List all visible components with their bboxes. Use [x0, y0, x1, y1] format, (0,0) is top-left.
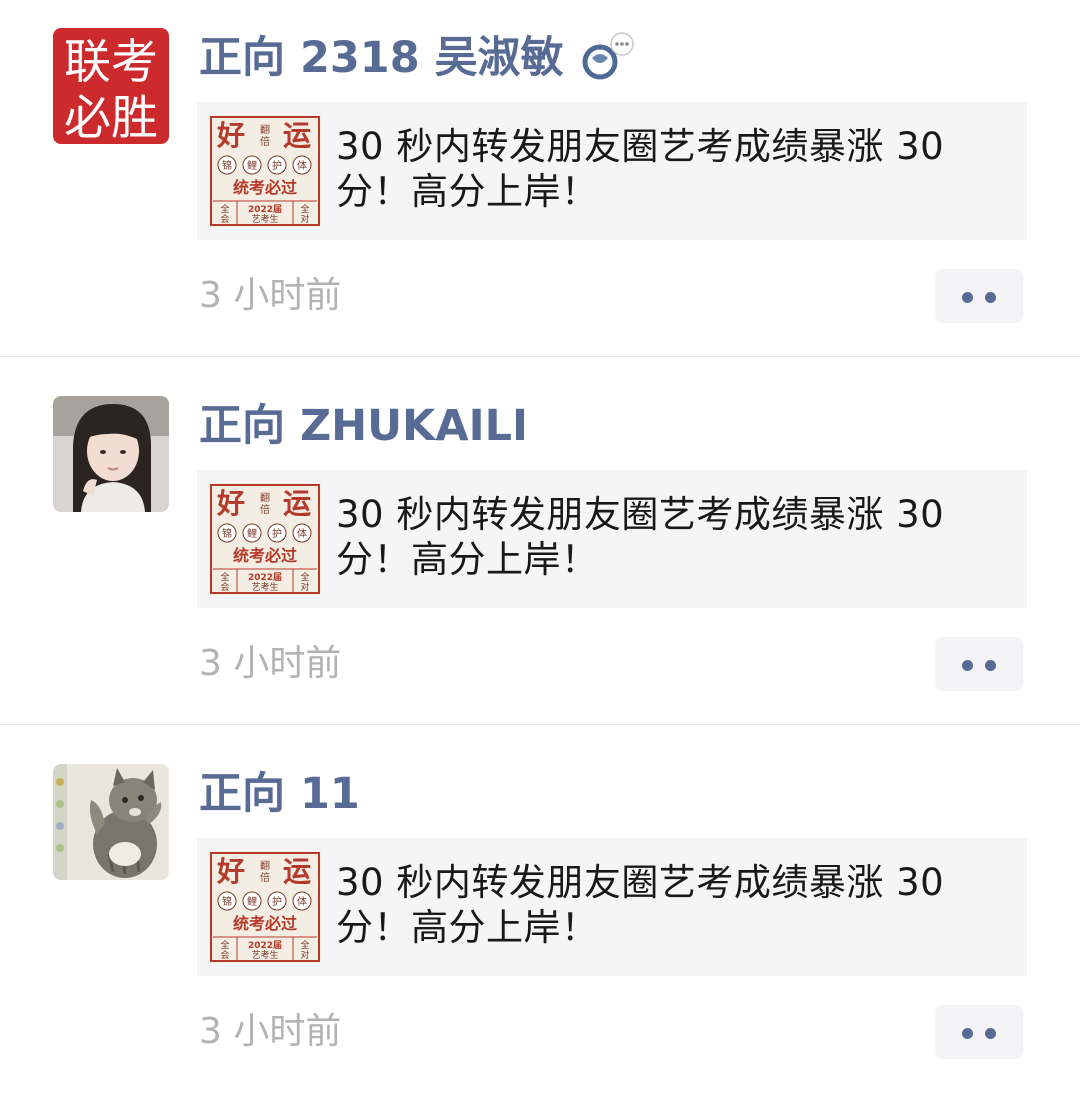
thumb-big1: 好 — [216, 855, 245, 888]
thumb-corner-right2: 对 — [300, 949, 309, 961]
more-actions-button[interactable] — [935, 1005, 1023, 1059]
shared-link-card[interactable]: 好 翻 倍 运 锦 鲤 护 体 统考必过 全 会 全 对 2022届 艺考生 3… — [197, 102, 1027, 240]
thumb-corner-left1: 全 — [220, 203, 229, 215]
dot-icon — [962, 1028, 973, 1039]
avatar-text-line1: 联考 — [64, 35, 158, 90]
post-divider — [0, 724, 1080, 725]
thumb-small2: 倍 — [260, 135, 270, 148]
thumb-badge3: 护 — [272, 527, 282, 540]
thumb-year: 2022届 — [248, 204, 282, 215]
thumb-small1: 翻 — [260, 492, 270, 504]
thumb-sub: 艺考生 — [251, 581, 278, 593]
thumb-badge4: 体 — [297, 160, 307, 172]
thumb-badge1: 锦 — [222, 527, 232, 540]
link-title: 30 秒内转发朋友圈艺考成绩暴涨 30 分！高分上岸！ — [336, 125, 945, 213]
dot-icon — [962, 660, 973, 671]
post-divider — [0, 356, 1080, 357]
username[interactable]: 正向 2318 吴淑敏 — [199, 27, 564, 89]
shared-link-card[interactable]: 好 翻 倍 运 锦 鲤 护 体 统考必过 全 会 全 对 2022届 艺考生 3… — [197, 838, 1027, 976]
thumb-small1: 翻 — [260, 860, 270, 872]
thumb-sub: 艺考生 — [251, 213, 278, 225]
dot-icon — [985, 1028, 996, 1039]
thumb-corner-left1: 全 — [220, 571, 229, 583]
thumb-badge3: 护 — [272, 159, 282, 172]
avatar[interactable]: 联考 必胜 — [53, 28, 169, 144]
more-actions-button[interactable] — [935, 269, 1023, 323]
thumb-corner-right2: 对 — [300, 581, 309, 593]
more-actions-button[interactable] — [935, 637, 1023, 691]
thumb-banner: 统考必过 — [233, 546, 297, 565]
thumb-badge2: 鲤 — [247, 159, 257, 172]
thumb-badge1: 锦 — [222, 895, 232, 908]
thumb-big2: 运 — [283, 855, 311, 888]
thumb-small2: 倍 — [260, 503, 270, 516]
thumb-badge4: 体 — [297, 896, 307, 908]
thumb-big1: 好 — [216, 119, 245, 152]
avatar[interactable] — [53, 396, 169, 512]
moment-post: 正向 11 好 翻 倍 运 锦 鲤 护 体 统考必过 全 会 全 对 2022届… — [0, 736, 1080, 1104]
thumb-big2: 运 — [283, 487, 311, 520]
lucky-charm-thumbnail: 好 翻 倍 运 锦 鲤 护 体 统考必过 全 会 全 对 2022届 艺考生 — [209, 483, 321, 595]
username-row: 正向 2318 吴淑敏 — [199, 27, 640, 89]
thumb-badge2: 鲤 — [247, 895, 257, 908]
dot-icon — [962, 292, 973, 303]
shared-link-card[interactable]: 好 翻 倍 运 锦 鲤 护 体 统考必过 全 会 全 对 2022届 艺考生 3… — [197, 470, 1027, 608]
thumb-year: 2022届 — [248, 940, 282, 951]
moment-post: 正向 ZHUKAILI 好 翻 倍 运 锦 鲤 护 体 统考必过 全 会 全 对… — [0, 368, 1080, 736]
thumb-big2: 运 — [283, 119, 311, 152]
dot-icon — [985, 292, 996, 303]
thumb-sub: 艺考生 — [251, 949, 278, 961]
thumb-small2: 倍 — [260, 871, 270, 884]
thumb-small1: 翻 — [260, 124, 270, 136]
thumb-badge2: 鲤 — [247, 527, 257, 540]
post-timestamp: 3 小时前 — [199, 643, 342, 684]
moment-post: 联考 必胜 正向 2318 吴淑敏 好 翻 倍 运 锦 鲤 护 体 统考必过 全… — [0, 0, 1080, 368]
thumb-corner-left2: 会 — [220, 949, 229, 961]
thumb-banner: 统考必过 — [233, 914, 297, 933]
thumb-corner-right2: 对 — [300, 213, 309, 225]
thumb-corner-right1: 全 — [300, 939, 309, 951]
thumb-year: 2022届 — [248, 572, 282, 583]
avatar[interactable] — [53, 764, 169, 880]
thumb-badge1: 锦 — [222, 159, 232, 172]
post-timestamp: 3 小时前 — [199, 275, 342, 316]
lucky-charm-thumbnail: 好 翻 倍 运 锦 鲤 护 体 统考必过 全 会 全 对 2022届 艺考生 — [209, 115, 321, 227]
dot-icon — [985, 660, 996, 671]
thumb-banner: 统考必过 — [233, 178, 297, 197]
status-bubble-icon — [578, 32, 640, 84]
thumb-big1: 好 — [216, 487, 245, 520]
thumb-badge3: 护 — [272, 895, 282, 908]
thumb-corner-right1: 全 — [300, 203, 309, 215]
lucky-charm-thumbnail: 好 翻 倍 运 锦 鲤 护 体 统考必过 全 会 全 对 2022届 艺考生 — [209, 851, 321, 963]
thumb-corner-left2: 会 — [220, 213, 229, 225]
username[interactable]: 正向 11 — [199, 763, 360, 825]
username[interactable]: 正向 ZHUKAILI — [199, 395, 528, 457]
thumb-corner-left2: 会 — [220, 581, 229, 593]
post-timestamp: 3 小时前 — [199, 1011, 342, 1052]
avatar-text-line2: 必胜 — [64, 91, 158, 144]
link-title: 30 秒内转发朋友圈艺考成绩暴涨 30 分！高分上岸！ — [336, 861, 945, 949]
thumb-corner-left1: 全 — [220, 939, 229, 951]
thumb-badge4: 体 — [297, 528, 307, 540]
thumb-corner-right1: 全 — [300, 571, 309, 583]
moments-feed: 联考 必胜 正向 2318 吴淑敏 好 翻 倍 运 锦 鲤 护 体 统考必过 全… — [0, 0, 1080, 1071]
link-title: 30 秒内转发朋友圈艺考成绩暴涨 30 分！高分上岸！ — [336, 493, 945, 581]
